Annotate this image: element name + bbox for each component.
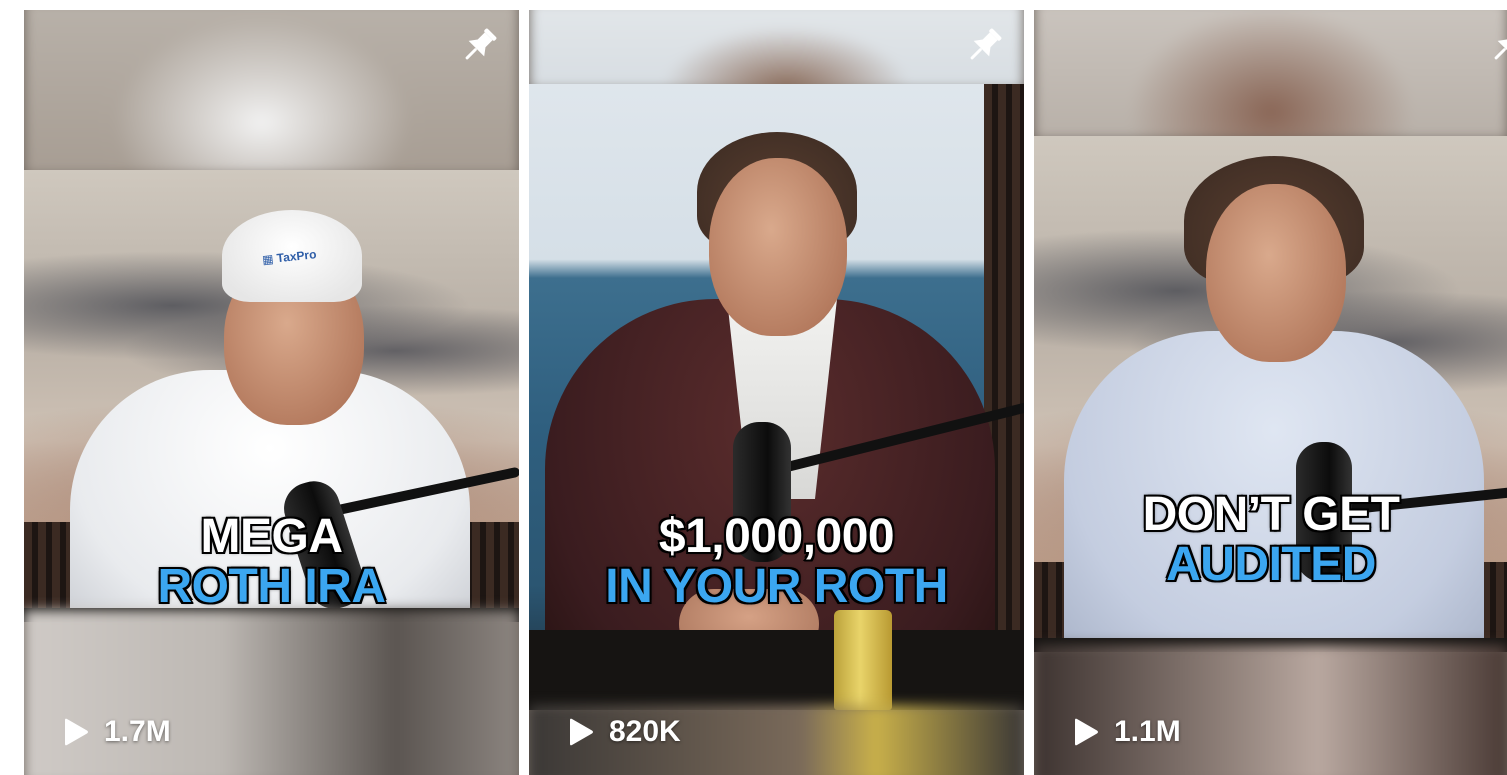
view-count: 1.1M [1072,715,1181,749]
pushpin-icon-glyph [465,28,497,60]
view-count-label: 1.1M [1114,715,1181,748]
presenter-face [1206,184,1346,362]
caption-line-2: IN YOUR ROTH [604,560,950,613]
video-frame [529,84,1024,710]
video-caption: MEGA ROTH IRA [24,510,519,613]
play-icon [65,718,88,746]
energy-drink-can [834,610,892,710]
pushpin-icon-glyph [1494,32,1507,60]
video-caption: DON’T GET AUDITED [1034,488,1507,591]
caption-line-2: AUDITED [1165,538,1378,591]
view-count: 1.7M [62,715,171,749]
reel-tile[interactable]: $1,000,000 IN YOUR ROTH 820K [529,10,1024,775]
caption-line-1: $1,000,000 [657,510,896,563]
blurred-backdrop-bottom [1034,645,1507,775]
play-icon [570,718,593,746]
blurred-backdrop-bottom [24,610,519,775]
reel-tile[interactable]: DON’T GET AUDITED 1.1M [1034,10,1507,775]
caption-line-1: MEGA [199,510,345,563]
blurred-backdrop-top [529,10,1024,90]
blurred-backdrop-top [1034,10,1507,140]
play-icon [1075,718,1098,746]
pushpin-icon[interactable] [962,24,1006,68]
reels-grid: ▦ TaxPro MEGA ROTH IRA 1.7M $1,000,000 I… [24,10,1507,775]
pushpin-icon[interactable] [457,24,501,68]
view-count-label: 1.7M [104,715,171,748]
desk [529,630,1024,710]
presenter [529,84,1024,710]
pushpin-icon[interactable] [1486,24,1507,68]
pushpin-icon-glyph [970,28,1002,60]
video-caption: $1,000,000 IN YOUR ROTH [529,510,1024,613]
view-count-label: 820K [609,715,681,748]
reel-tile[interactable]: ▦ TaxPro MEGA ROTH IRA 1.7M [24,10,519,775]
view-count: 820K [567,715,681,749]
caption-line-2: ROTH IRA [156,560,387,613]
blurred-backdrop-top [24,10,519,175]
caption-line-1: DON’T GET [1141,488,1401,541]
presenter-face [709,158,847,336]
